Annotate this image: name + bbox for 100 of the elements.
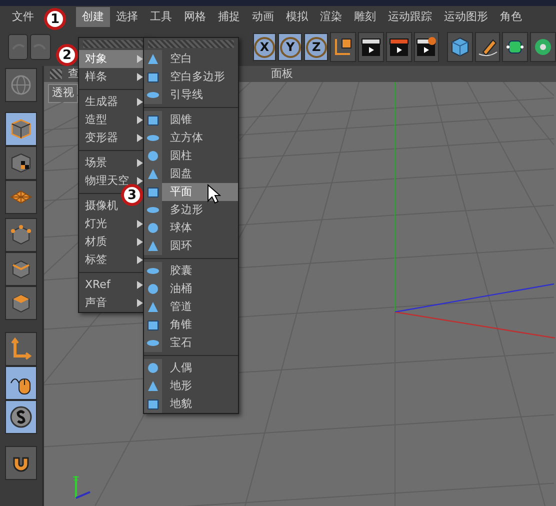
menu-item[interactable]: 圆环 xyxy=(144,237,238,255)
checker-cube-icon xyxy=(9,151,33,175)
menu-item[interactable]: 圆锥 xyxy=(144,111,238,129)
menu-item[interactable]: 立方体 xyxy=(144,129,238,147)
step-number-marker: 1 xyxy=(44,8,66,30)
grip-handle[interactable] xyxy=(148,40,234,48)
grip-handle[interactable] xyxy=(83,40,143,48)
redo-button[interactable] xyxy=(30,34,51,60)
menu-item[interactable]: 捕捉 xyxy=(212,6,246,28)
pen-button[interactable] xyxy=(474,32,500,62)
menu-item[interactable]: 雕刻 xyxy=(348,6,382,28)
shape-icon xyxy=(146,167,160,181)
menu-item[interactable]: 空白 xyxy=(144,50,238,68)
menu-item[interactable]: 油桶 xyxy=(144,280,238,298)
menu-item[interactable]: 运动跟踪 xyxy=(382,6,438,28)
snap-icon xyxy=(9,405,33,429)
menu-item[interactable]: 场景 xyxy=(85,154,107,172)
render-view-button[interactable] xyxy=(358,32,384,62)
coordinate-system-button[interactable] xyxy=(330,32,356,62)
shape-icon xyxy=(146,379,160,393)
menu-item[interactable]: 网格 xyxy=(178,6,212,28)
menu-item[interactable]: 空白多边形 xyxy=(144,68,238,86)
shape-icon xyxy=(146,318,160,332)
shape-icon xyxy=(146,361,160,375)
menu-item[interactable]: 生成器 xyxy=(85,94,118,110)
menu-item[interactable]: 选择 xyxy=(110,6,144,28)
tool-button[interactable] xyxy=(5,180,37,214)
viewport-menu-item[interactable]: 面板 xyxy=(271,66,293,82)
menu-item[interactable]: 运动图形 xyxy=(438,6,494,28)
menu-item[interactable]: 灯光 xyxy=(85,216,107,232)
tool-button[interactable] xyxy=(5,332,37,366)
shape-icon xyxy=(146,185,160,199)
step-number-marker: 2 xyxy=(56,44,78,66)
menu-item[interactable]: 地貌 xyxy=(144,395,238,413)
menu-item[interactable]: 工具 xyxy=(144,6,178,28)
menu-item[interactable]: 平面 xyxy=(144,183,238,201)
shape-icon xyxy=(146,113,160,127)
tool-button[interactable] xyxy=(5,112,37,146)
mouse-pointer-icon xyxy=(207,184,221,204)
tool-button[interactable] xyxy=(5,218,37,252)
subdivision-button[interactable] xyxy=(502,32,528,62)
menu-item[interactable]: 球体 xyxy=(144,219,238,237)
tool-button[interactable] xyxy=(5,446,37,480)
tool-button[interactable] xyxy=(5,400,37,434)
viewport-menu-item[interactable]: 查 xyxy=(68,66,79,82)
menu-item[interactable]: 引导线 xyxy=(144,86,238,104)
menu-item[interactable]: XRef xyxy=(85,276,110,294)
axis-lock-button[interactable]: X xyxy=(252,33,276,61)
render-settings-button[interactable] xyxy=(414,32,440,62)
menu-item[interactable]: 样条 xyxy=(85,68,107,86)
shape-icon xyxy=(146,239,160,253)
tool-button[interactable] xyxy=(5,286,37,320)
menu-item[interactable]: 圆盘 xyxy=(144,165,238,183)
tool-button[interactable] xyxy=(5,68,37,102)
menu-item[interactable]: 管道 xyxy=(144,298,238,316)
menu-item[interactable]: 造型 xyxy=(85,112,107,128)
shape-icon xyxy=(146,300,160,314)
clapperboard-gear-icon xyxy=(415,36,438,58)
clapperboard-icon xyxy=(360,36,382,58)
render-button[interactable] xyxy=(386,32,412,62)
globe-icon xyxy=(9,73,33,97)
shape-icon xyxy=(146,221,160,235)
view-label: 透视 xyxy=(48,84,78,102)
menu-item[interactable]: 渲染 xyxy=(314,6,348,28)
shape-icon xyxy=(146,70,160,84)
menu-item[interactable]: 角锥 xyxy=(144,316,238,334)
array-button[interactable] xyxy=(530,32,556,62)
menu-item[interactable]: 圆柱 xyxy=(144,147,238,165)
axis-icon xyxy=(9,337,33,361)
shape-icon xyxy=(146,397,160,411)
menu-item[interactable]: 声音 xyxy=(85,294,107,312)
cube-button[interactable] xyxy=(446,32,473,62)
shape-icon xyxy=(146,149,160,163)
points-cube-icon xyxy=(9,223,33,247)
menu-item[interactable]: 模拟 xyxy=(280,6,314,28)
undo-button[interactable] xyxy=(8,34,28,60)
menu-item[interactable]: 胶囊 xyxy=(144,262,238,280)
menu-item[interactable]: 人偶 xyxy=(144,359,238,377)
menu-item[interactable]: 动画 xyxy=(246,6,280,28)
tool-button[interactable] xyxy=(5,146,37,180)
menu-item[interactable]: 摄像机 xyxy=(85,198,118,214)
axis-lock-button[interactable]: Y xyxy=(278,33,302,61)
cube-icon xyxy=(448,36,471,58)
shape-icon xyxy=(146,282,160,296)
menu-item[interactable]: 地形 xyxy=(144,377,238,395)
tool-button[interactable] xyxy=(5,252,37,286)
menu-item[interactable]: 角色 xyxy=(494,6,528,28)
menu-item[interactable]: 创建 xyxy=(76,6,110,28)
clapperboard-icon xyxy=(388,36,410,58)
menu-item[interactable]: 材质 xyxy=(85,234,107,250)
axis-lock-button[interactable]: Z xyxy=(304,33,328,61)
menu-item[interactable]: 文件 xyxy=(6,6,40,28)
menu-item[interactable]: 变形器 xyxy=(85,130,118,146)
menu-item[interactable]: 宝石 xyxy=(144,334,238,352)
axis-cube-icon xyxy=(332,36,354,58)
tool-button[interactable] xyxy=(5,366,37,400)
cube-icon xyxy=(9,117,33,141)
menu-item[interactable]: 多边形 xyxy=(144,201,238,219)
grip-handle[interactable] xyxy=(50,69,62,79)
menu-item[interactable]: 标签 xyxy=(85,252,107,268)
